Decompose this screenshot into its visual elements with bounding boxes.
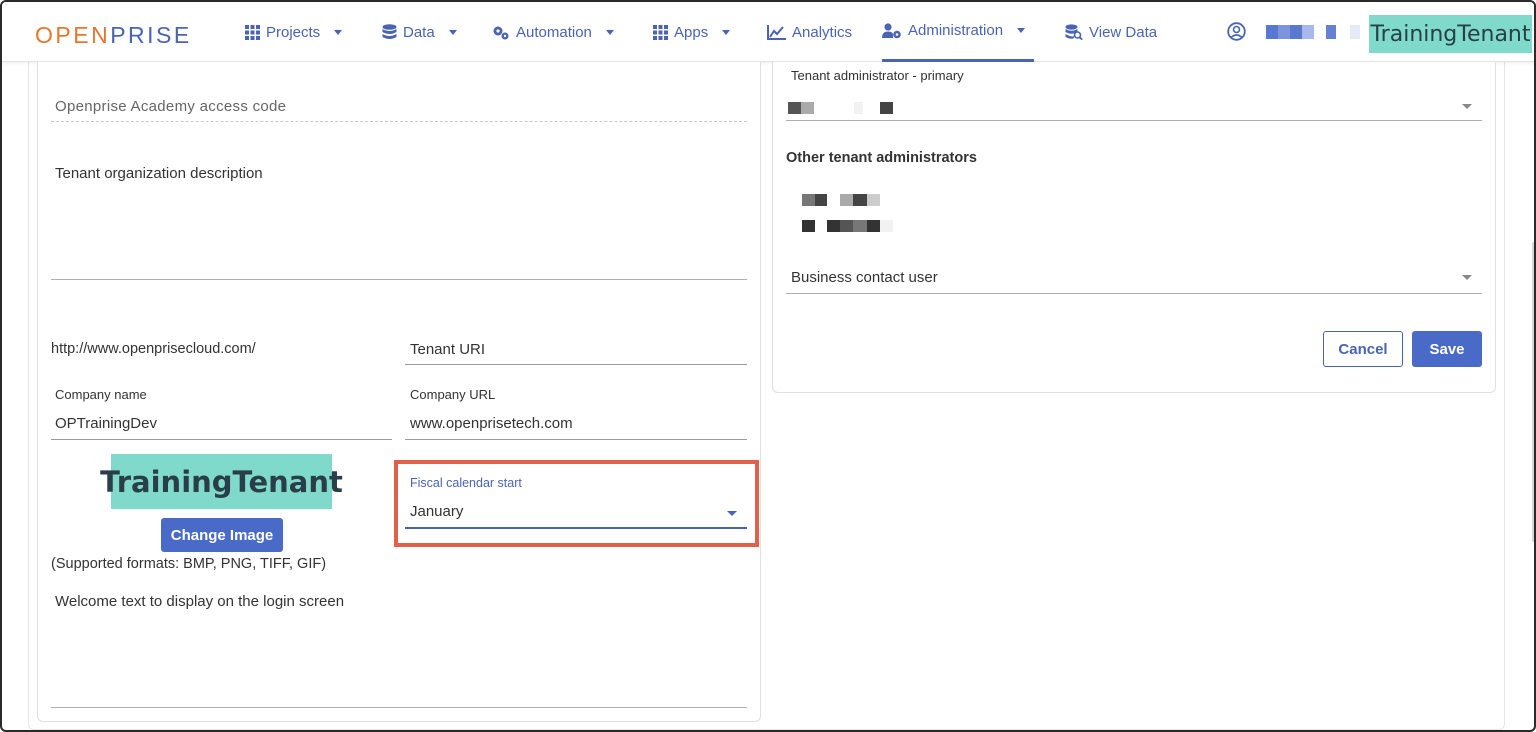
nav-analytics-label: Analytics (792, 23, 853, 41)
nav-projects[interactable]: Projects (245, 2, 343, 62)
nav-data[interactable]: Data (382, 2, 457, 62)
top-navigation: OPENPRISE Projects Data Automation Apps … (2, 2, 1534, 62)
tenant-description-textarea[interactable]: Tenant organization description (55, 165, 263, 182)
tenant-uri-input[interactable]: Tenant URI (410, 341, 485, 358)
nav-administration-label: Administration (908, 22, 1004, 39)
fiscal-calendar-label: Fiscal calendar start (410, 476, 522, 490)
other-admin-item (802, 194, 902, 208)
dropdown-arrow-icon[interactable] (1462, 275, 1472, 280)
chevron-down-icon (1017, 28, 1026, 33)
nav-view-data[interactable]: View Data (1065, 2, 1157, 62)
chevron-down-icon (605, 29, 614, 35)
academy-code-input[interactable]: Openprise Academy access code (55, 98, 286, 115)
tenant-logo-image: TrainingTenant (100, 454, 343, 509)
business-contact-select[interactable]: Business contact user (791, 269, 938, 286)
tenant-badge: TrainingTenant (1369, 15, 1532, 53)
dropdown-arrow-icon[interactable] (1462, 104, 1472, 109)
nav-data-label: Data (403, 23, 435, 41)
user-circle-icon (1227, 22, 1246, 41)
nav-automation[interactable]: Automation (492, 2, 614, 62)
supported-formats-note: (Supported formats: BMP, PNG, TIFF, GIF) (51, 556, 327, 572)
redacted-username (1266, 24, 1360, 39)
welcome-text-textarea[interactable]: Welcome text to display on the login scr… (55, 593, 344, 610)
logo-text-prise: PRISE (110, 22, 192, 48)
nav-apps-label: Apps (674, 23, 709, 41)
grid-icon (653, 24, 668, 40)
company-name-underline (51, 439, 392, 440)
company-name-label: Company name (55, 387, 147, 402)
change-image-button[interactable]: Change Image (161, 518, 283, 552)
database-icon (382, 24, 397, 39)
primary-admin-underline (786, 120, 1482, 121)
other-admin-item (802, 220, 912, 234)
academy-code-underline (51, 121, 747, 122)
tenant-uri-prefix: http://www.openprisecloud.com/ (51, 341, 256, 357)
nav-automation-label: Automation (516, 23, 592, 41)
user-cog-icon (882, 22, 901, 38)
nav-analytics[interactable]: Analytics (767, 2, 852, 62)
business-contact-underline (786, 293, 1482, 294)
nav-view-data-label: View Data (1089, 23, 1158, 41)
chevron-down-icon (334, 29, 343, 35)
primary-admin-label: Tenant administrator - primary (791, 68, 964, 83)
company-url-input[interactable]: www.openprisetech.com (410, 415, 573, 432)
database-search-icon (1065, 24, 1083, 40)
chevron-down-icon (722, 29, 731, 35)
company-name-input[interactable]: OPTrainingDev (55, 415, 157, 432)
user-menu[interactable] (1227, 22, 1360, 41)
cancel-button[interactable]: Cancel (1323, 331, 1403, 367)
company-url-underline (405, 439, 747, 440)
openprise-logo[interactable]: OPENPRISE (35, 22, 192, 49)
save-button[interactable]: Save (1412, 331, 1482, 367)
nav-apps[interactable]: Apps (653, 2, 731, 62)
fiscal-calendar-underline (405, 527, 747, 529)
grid-icon (245, 24, 260, 40)
dropdown-arrow-icon[interactable] (727, 511, 737, 516)
primary-admin-select[interactable] (788, 102, 1478, 116)
tenant-uri-underline (405, 364, 747, 365)
fiscal-calendar-select[interactable]: January (410, 503, 463, 520)
app-window: OPENPRISE Projects Data Automation Apps … (0, 0, 1536, 732)
nav-administration[interactable]: Administration (882, 2, 1034, 62)
nav-projects-label: Projects (266, 23, 321, 41)
welcome-text-underline (51, 707, 747, 708)
line-chart-icon (767, 24, 786, 40)
other-admins-heading: Other tenant administrators (786, 150, 977, 166)
description-underline (51, 279, 747, 280)
gears-icon (493, 26, 509, 39)
company-url-label: Company URL (410, 387, 496, 402)
page-scrollbar[interactable] (1532, 242, 1534, 542)
chevron-down-icon (448, 29, 457, 35)
logo-text-open: OPEN (35, 22, 111, 48)
